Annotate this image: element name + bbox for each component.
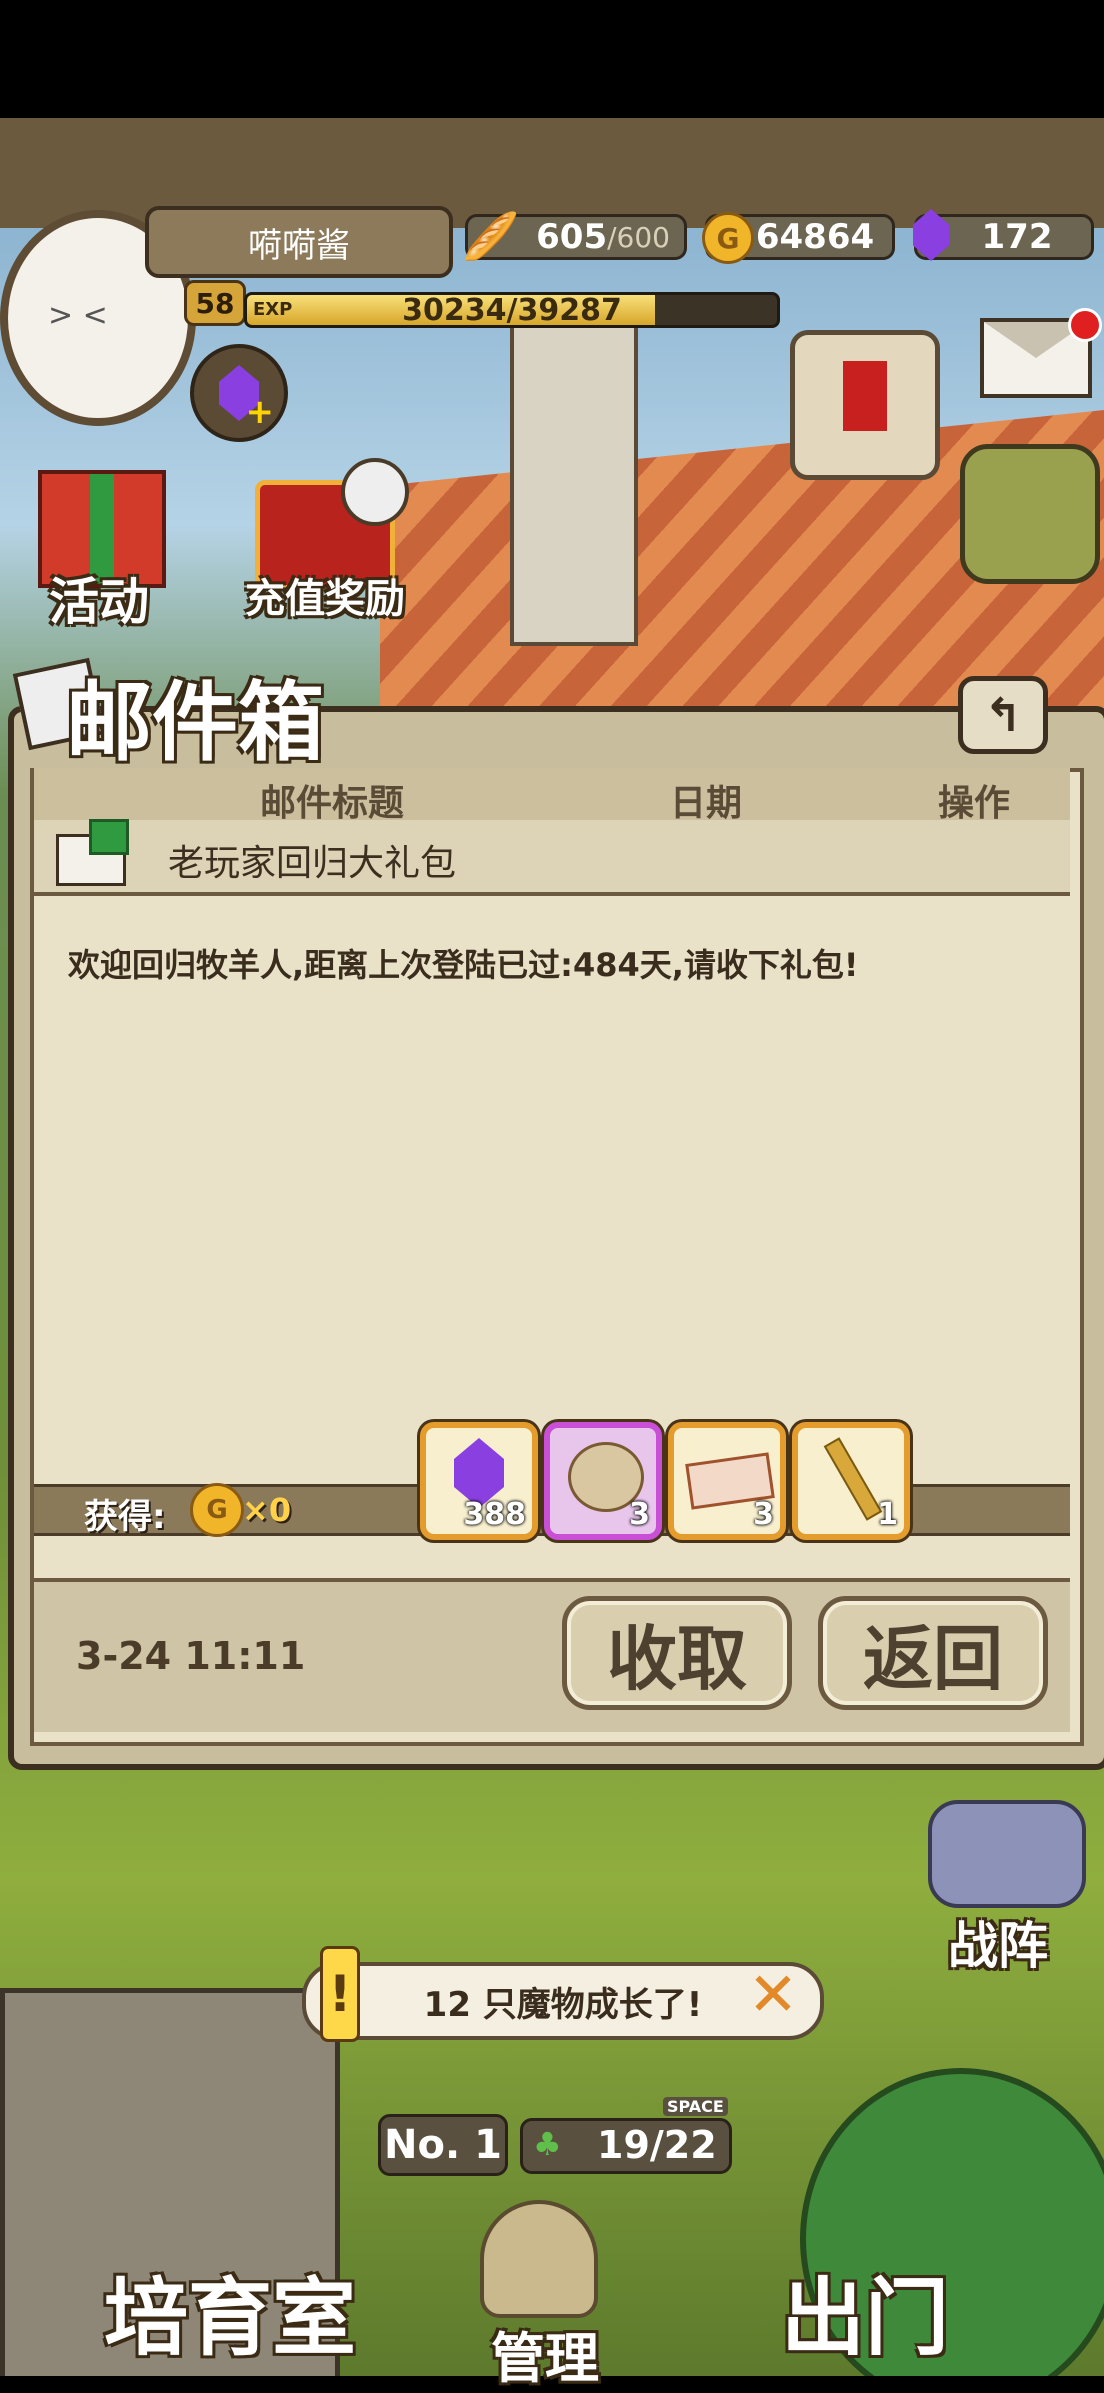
go-out-label: 出门 bbox=[780, 2267, 949, 2367]
nursery-label: 培育室 bbox=[103, 2267, 356, 2367]
keys-icon bbox=[480, 2200, 598, 2318]
key-icon bbox=[823, 1437, 883, 1521]
mail-table-header: 邮件标题 日期 操作 bbox=[34, 768, 1070, 824]
go-out-button[interactable]: 出门 bbox=[760, 2256, 970, 2367]
reward-item-ticket[interactable]: 3 bbox=[668, 1422, 786, 1540]
reward-item-sack[interactable]: 3 bbox=[544, 1422, 662, 1540]
mail-body: 欢迎回归牧羊人,距离上次登陆已过:484天,请收下礼包! bbox=[68, 946, 859, 984]
backpack-icon[interactable] bbox=[960, 444, 1100, 584]
gem-counter[interactable]: 172 bbox=[913, 209, 1094, 261]
mail-title: 老玩家回归大礼包 bbox=[168, 843, 457, 884]
formation-icon bbox=[928, 1800, 1086, 1908]
exclamation-icon: ! bbox=[320, 1946, 360, 2042]
manage-button[interactable]: 管理 bbox=[460, 2200, 630, 2390]
gift-mail-icon bbox=[56, 819, 129, 886]
gold-coin-icon: G bbox=[702, 212, 754, 264]
activity-button[interactable]: 活动 bbox=[14, 450, 184, 631]
exp-text: 30234/39287 bbox=[402, 292, 622, 328]
activity-label: 活动 bbox=[49, 572, 149, 631]
manage-label: 管理 bbox=[491, 2326, 599, 2390]
recharge-reward-button[interactable]: 充值奖励 bbox=[225, 450, 425, 622]
collect-button[interactable]: 收取 bbox=[562, 1596, 792, 1710]
space-value: 19/22 bbox=[597, 2123, 717, 2167]
back-button[interactable]: 返回 bbox=[818, 1596, 1048, 1710]
item-count: 3 bbox=[753, 1497, 774, 1532]
item-count: 3 bbox=[629, 1497, 650, 1532]
player-name: 嗬嗬酱 bbox=[145, 206, 453, 278]
buy-gem-button[interactable]: + bbox=[190, 344, 288, 442]
plus-icon: + bbox=[245, 392, 275, 432]
notification-dot bbox=[1068, 308, 1102, 342]
space-counter: ♣ 19/22 SPACE bbox=[520, 2097, 732, 2174]
column-date: 日期 bbox=[670, 783, 743, 824]
return-arrow-icon[interactable]: ↰ bbox=[958, 676, 1048, 754]
recharge-label: 充值奖励 bbox=[245, 575, 405, 622]
column-title: 邮件标题 bbox=[260, 783, 405, 824]
rank-badge: No. 1 bbox=[378, 2114, 508, 2176]
status-bar-area bbox=[0, 0, 1104, 118]
clock-icon bbox=[341, 458, 409, 526]
mail-title-row: 老玩家回归大礼包 bbox=[34, 819, 1070, 896]
mail-icon[interactable] bbox=[980, 308, 1102, 398]
formation-label: 战阵 bbox=[948, 1916, 1048, 1975]
leaf-icon: ♣ bbox=[533, 2125, 562, 2163]
tower bbox=[510, 318, 638, 646]
bread-icon: 🥖 bbox=[462, 209, 520, 263]
mailbox-title: 邮件箱 bbox=[66, 672, 324, 773]
gold-counter[interactable]: G 64864 bbox=[702, 212, 895, 264]
exp-bar: EXP 30234/39287 bbox=[244, 292, 780, 328]
gold-coin-icon: G bbox=[190, 1483, 244, 1537]
reward-item-key[interactable]: 1 bbox=[792, 1422, 910, 1540]
item-count: 388 bbox=[463, 1497, 526, 1532]
formation-button[interactable]: 战阵 bbox=[898, 1790, 1098, 1980]
close-icon[interactable]: ✕ bbox=[746, 1960, 800, 2030]
column-action: 操作 bbox=[938, 783, 1011, 824]
mail-date: 3-24 11:11 bbox=[76, 1634, 306, 1678]
nursery-button[interactable]: 培育室 bbox=[90, 2256, 370, 2367]
reward-item-gem[interactable]: 388 bbox=[420, 1422, 538, 1540]
quest-scroll-icon[interactable] bbox=[790, 330, 940, 480]
level-badge: 58 bbox=[184, 280, 246, 326]
gold-reward-count: ×0 bbox=[242, 1491, 292, 1529]
purple-gem-icon bbox=[913, 209, 949, 261]
item-count: 1 bbox=[877, 1497, 898, 1532]
obtain-label: 获得: bbox=[84, 1497, 166, 1537]
space-label: SPACE bbox=[663, 2097, 728, 2116]
bread-counter[interactable]: 🥖 605/600 bbox=[462, 209, 687, 263]
